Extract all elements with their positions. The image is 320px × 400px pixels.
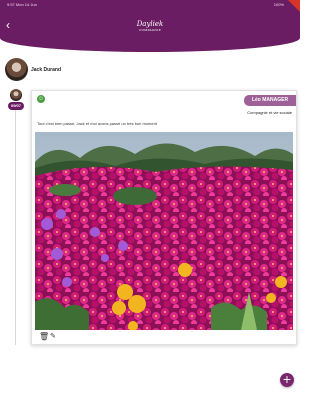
plus-icon: +	[282, 371, 292, 387]
status-bar: 9:57 Mon 14 Jun 100%	[0, 0, 300, 9]
post-card: ☺ Léo MANAGER Compagnie et vie sociale T…	[31, 90, 297, 345]
trash-icon[interactable]: 🗑	[39, 332, 49, 342]
post-message: Tout c'est bien passé, Jack et moi avons…	[37, 121, 157, 126]
flower-photo-svg	[35, 132, 293, 330]
logo-text: Dayliek	[136, 20, 164, 28]
logo-tagline: COMPAGNIE	[139, 28, 161, 32]
app-logo: Dayliek COMPAGNIE	[132, 20, 168, 34]
battery-level: 100%	[273, 2, 284, 7]
status-time: 9:57 Mon 14 Jun	[7, 2, 37, 7]
chevron-left-icon[interactable]: ‹	[6, 19, 18, 31]
timeline-date-badge: 09/07	[8, 102, 24, 110]
timeline-avatar	[10, 89, 22, 101]
author-badge: Léo MANAGER	[244, 95, 296, 106]
profile-avatar	[5, 58, 28, 81]
pencil-icon[interactable]: ✎	[50, 332, 58, 342]
post-photo	[35, 132, 293, 330]
post-category: Compagnie et vie sociale	[247, 110, 292, 115]
app-header: 9:57 Mon 14 Jun 100% ‹ Dayliek COMPAGNIE	[0, 0, 300, 52]
profile-name: Jack Durand	[31, 67, 62, 73]
smiley-icon: ☺	[37, 95, 45, 103]
timeline-line	[15, 110, 16, 345]
add-button[interactable]: +	[280, 371, 294, 387]
